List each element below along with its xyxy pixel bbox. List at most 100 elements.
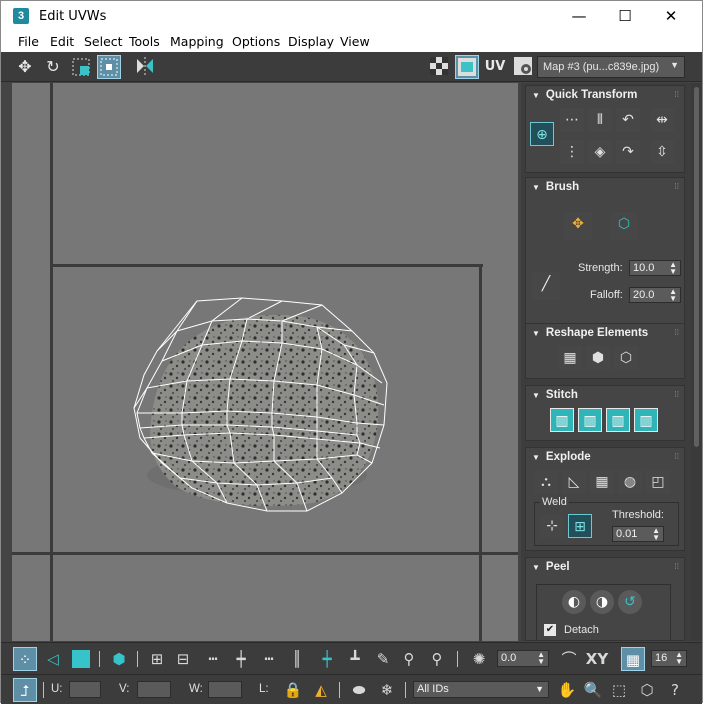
zoom-region-icon[interactable]: ⬚ bbox=[607, 678, 631, 702]
flatten-by-material-icon[interactable]: ▦ bbox=[590, 470, 614, 494]
u-field[interactable] bbox=[69, 681, 101, 698]
strength-spinner[interactable]: 10.0 ▲ ▼ bbox=[629, 260, 681, 276]
falloff-spinner[interactable]: 20.0 ▲ ▼ bbox=[629, 287, 681, 303]
angle-snap-icon[interactable]: ✺ bbox=[467, 647, 491, 671]
element-mode-icon[interactable]: ⬢ bbox=[107, 647, 131, 671]
curve-select-icon[interactable]: ⌒ bbox=[557, 647, 581, 671]
zoom-to-selected-icon[interactable]: ? bbox=[663, 678, 687, 702]
map-settings-icon[interactable] bbox=[511, 55, 535, 79]
loop-grow-icon[interactable]: ┿ bbox=[229, 647, 253, 671]
stitch-source-icon[interactable]: ▥ bbox=[634, 408, 658, 432]
stitch-custom-icon[interactable]: ▥ bbox=[550, 408, 574, 432]
space-vertical-icon[interactable]: ⦀ bbox=[588, 108, 612, 132]
menu-select[interactable]: Select bbox=[84, 34, 123, 49]
ring-grow-icon[interactable]: ┿ bbox=[315, 647, 339, 671]
menu-view[interactable]: View bbox=[340, 34, 370, 49]
rotate-icon[interactable]: ↻ bbox=[41, 55, 65, 79]
unhide-icon[interactable]: ⬬ bbox=[347, 678, 371, 702]
brush-falloff-type-icon[interactable]: ╱ bbox=[532, 272, 560, 300]
shrink-selection-icon[interactable]: ⊟ bbox=[171, 647, 195, 671]
detach-edge-verts-icon[interactable]: ◰ bbox=[646, 470, 670, 494]
xy-toggle[interactable]: XY bbox=[585, 647, 609, 671]
align-vertical-space-icon[interactable]: ⇳ bbox=[650, 140, 674, 164]
grid-snap-icon[interactable]: ▦ bbox=[621, 647, 645, 671]
w-field[interactable] bbox=[208, 681, 242, 698]
menu-file[interactable]: File bbox=[18, 34, 39, 49]
explode-header[interactable]: ▼ Explode bbox=[532, 451, 591, 463]
v-field[interactable] bbox=[137, 681, 171, 698]
close-button[interactable]: ✕ bbox=[648, 1, 694, 32]
menu-tools[interactable]: Tools bbox=[129, 34, 160, 49]
ring-select-icon[interactable]: ║ bbox=[285, 647, 309, 671]
align-vertical-icon[interactable]: ⋮ bbox=[560, 140, 584, 164]
straighten-selection-icon[interactable]: ▦ bbox=[558, 346, 582, 370]
rectify-icon[interactable]: ⬢ bbox=[586, 346, 610, 370]
stitch-average-icon[interactable]: ▥ bbox=[606, 408, 630, 432]
maximize-button[interactable]: ☐ bbox=[602, 1, 648, 32]
paint-select-icon[interactable]: ✎ bbox=[371, 647, 395, 671]
reset-peel-icon[interactable]: ↺ bbox=[618, 590, 642, 614]
scrollbar-thumb[interactable] bbox=[694, 87, 699, 447]
grow-selection-icon[interactable]: ⊞ bbox=[145, 647, 169, 671]
menu-edit[interactable]: Edit bbox=[50, 34, 74, 49]
stitch-header[interactable]: ▼ Stitch bbox=[532, 389, 578, 401]
absolute-offset-icon[interactable]: ⮥ bbox=[13, 678, 37, 702]
flatten-cube-icon[interactable]: ⬡ bbox=[614, 346, 638, 370]
material-id-dropdown[interactable]: All IDs ▼ bbox=[413, 681, 549, 698]
map-dropdown[interactable]: Map #3 (pu...c839e.jpg) ▼ bbox=[537, 56, 685, 78]
peel-rollout: ▼ Peel ⁞⁞ ◐ ◑ ↺ ✔ Detach bbox=[525, 557, 685, 641]
scale-icon[interactable] bbox=[69, 55, 93, 79]
brush-header[interactable]: ▼ Brush bbox=[532, 181, 579, 193]
move-icon[interactable]: ✥ bbox=[13, 55, 37, 79]
menu-mapping[interactable]: Mapping bbox=[170, 34, 224, 49]
zoom-extents-icon[interactable]: ⬡ bbox=[635, 678, 659, 702]
zoom-icon[interactable]: 🔍 bbox=[581, 678, 605, 702]
show-map-icon[interactable] bbox=[455, 55, 479, 79]
lock-icon[interactable]: 🔒 bbox=[281, 678, 305, 702]
stitch-target-icon[interactable]: ▥ bbox=[578, 408, 602, 432]
loop-shrink-icon[interactable]: ┅ bbox=[257, 647, 281, 671]
quick-peel-icon[interactable]: ◐ bbox=[562, 590, 586, 614]
flatten-by-polygon-angle-icon[interactable]: ◍ bbox=[618, 470, 642, 494]
angle-field[interactable]: 0.0 ▲ ▼ bbox=[497, 650, 549, 667]
straighten-icon[interactable]: ◈ bbox=[588, 140, 612, 164]
rotate-cw-icon[interactable]: ↷ bbox=[616, 140, 640, 164]
loop-select-icon[interactable]: ┅ bbox=[201, 647, 225, 671]
paint-select-grow-icon[interactable]: ⚲ bbox=[397, 647, 421, 671]
peel-header[interactable]: ▼ Peel bbox=[532, 561, 570, 573]
hide-icon[interactable]: ◭ bbox=[309, 678, 333, 702]
center-pivot-icon[interactable]: ⊕ bbox=[530, 122, 554, 146]
uv-toggle[interactable]: UV bbox=[483, 55, 507, 79]
weld-selected-icon[interactable]: ⊹ bbox=[540, 514, 564, 538]
rotate-ccw-icon[interactable]: ↶ bbox=[616, 108, 640, 132]
paint-move-brush-icon[interactable]: ✥ bbox=[564, 212, 592, 240]
checker-pattern-icon[interactable] bbox=[427, 55, 451, 79]
ring-shrink-icon[interactable]: ┻ bbox=[343, 647, 367, 671]
reshape-elements-header[interactable]: ▼ Reshape Elements bbox=[532, 327, 648, 339]
edge-mode-icon[interactable]: ◁ bbox=[41, 647, 65, 671]
uv-editor-viewport[interactable] bbox=[12, 83, 518, 641]
menu-options[interactable]: Options bbox=[232, 34, 280, 49]
peel-mode-icon[interactable]: ◑ bbox=[590, 590, 614, 614]
detach-checkbox[interactable]: ✔ bbox=[544, 624, 556, 636]
minimize-button[interactable]: — bbox=[556, 1, 602, 32]
threshold-spinner[interactable]: 0.01 ▲ ▼ bbox=[612, 526, 664, 542]
panel-scrollbar[interactable] bbox=[691, 83, 702, 641]
align-horizontal-space-icon[interactable]: ⇹ bbox=[650, 108, 674, 132]
freeform-mode-icon[interactable] bbox=[97, 55, 121, 79]
break-icon[interactable]: ⛬ bbox=[534, 470, 558, 494]
quick-transform-header[interactable]: ▼ Quick Transform bbox=[532, 89, 637, 101]
paint-select-shrink-icon[interactable]: ⚲ bbox=[425, 647, 449, 671]
grid-size-field[interactable]: 16 ▲ ▼ bbox=[651, 650, 687, 667]
vertex-mode-icon[interactable]: ⁘ bbox=[13, 647, 37, 671]
polygon-mode-icon[interactable] bbox=[69, 647, 93, 671]
pan-icon[interactable]: ✋ bbox=[555, 678, 579, 702]
align-horizontal-icon[interactable]: ⋯ bbox=[560, 108, 584, 132]
freeze-icon[interactable]: ❄ bbox=[375, 678, 399, 702]
relax-brush-icon[interactable]: ⬡ bbox=[610, 212, 638, 240]
uv-mesh[interactable] bbox=[12, 83, 518, 641]
flatten-by-smoothing-icon[interactable]: ◺ bbox=[562, 470, 586, 494]
mirror-icon[interactable] bbox=[133, 55, 157, 79]
weld-target-icon[interactable]: ⊞ bbox=[568, 514, 592, 538]
menu-display[interactable]: Display bbox=[288, 34, 334, 49]
